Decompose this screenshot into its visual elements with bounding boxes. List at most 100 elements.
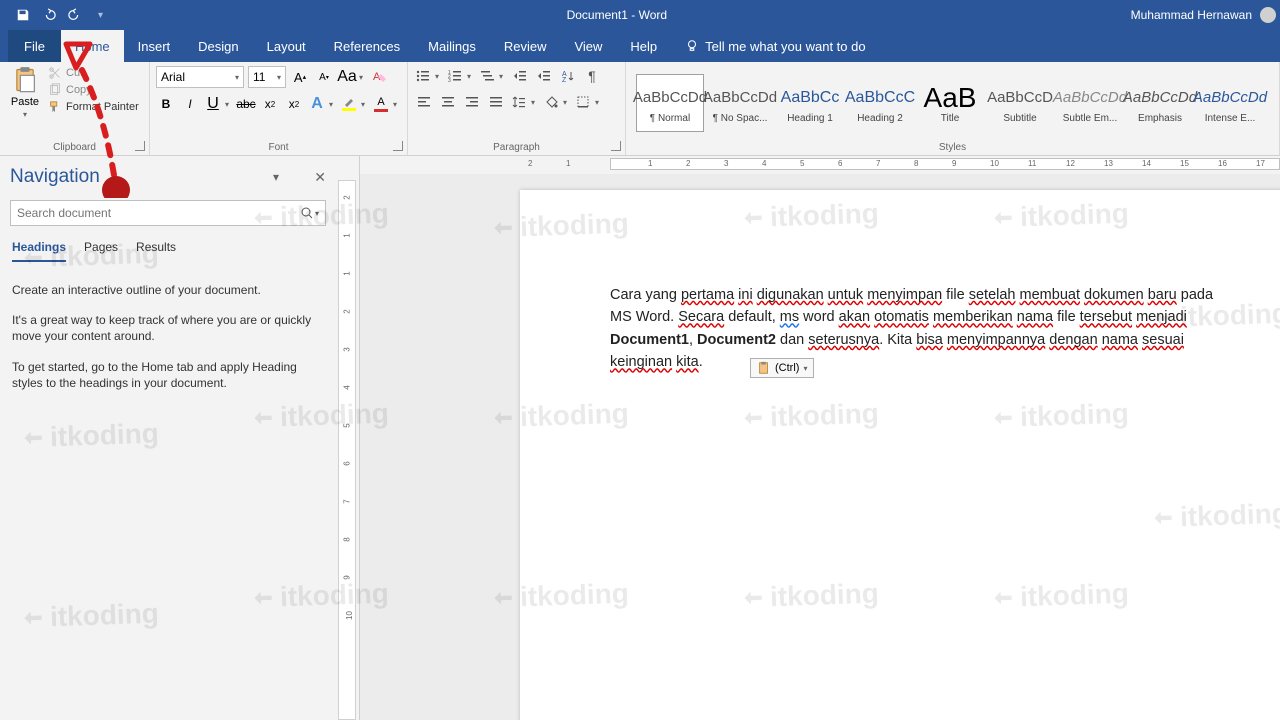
- save-icon[interactable]: [16, 8, 30, 22]
- tab-view[interactable]: View: [560, 30, 616, 62]
- search-icon: [301, 207, 313, 219]
- search-input[interactable]: [17, 206, 301, 220]
- document-body-text[interactable]: Cara yang pertama ini digunakan untuk me…: [520, 190, 1280, 374]
- bold-button[interactable]: B: [156, 94, 176, 114]
- tab-home[interactable]: Home: [61, 30, 124, 62]
- bullets-button[interactable]: ▾: [414, 66, 442, 86]
- subscript-button[interactable]: x2: [260, 94, 280, 114]
- line-spacing-button[interactable]: ▾: [510, 92, 538, 112]
- strikethrough-button[interactable]: abc: [236, 94, 256, 114]
- align-left-icon: [417, 95, 431, 109]
- search-document-box[interactable]: ▾: [10, 200, 326, 226]
- show-marks-button[interactable]: ¶: [582, 66, 602, 86]
- font-size-combo[interactable]: 11▾: [248, 66, 286, 88]
- shading-button[interactable]: ▾: [542, 92, 570, 112]
- paragraph-label: Paragraph: [414, 140, 619, 155]
- nav-tab-headings[interactable]: Headings: [12, 240, 66, 262]
- title-bar: ▾ Document1 - Word Muhammad Hernawan: [0, 0, 1280, 30]
- justify-button[interactable]: [486, 92, 506, 112]
- chevron-down-icon: ▾: [273, 73, 281, 82]
- cut-button: Cut: [48, 66, 139, 80]
- chevron-down-icon: ▾: [231, 73, 239, 82]
- tab-review[interactable]: Review: [490, 30, 561, 62]
- font-label: Font: [156, 140, 401, 155]
- clear-formatting-button[interactable]: A: [370, 67, 390, 87]
- style-emphasis[interactable]: AaBbCcDdEmphasis: [1126, 74, 1194, 132]
- ribbon: Paste ▾ Cut Copy Format Painter Clipboar…: [0, 62, 1280, 156]
- text-effects-button[interactable]: A▾: [308, 94, 336, 114]
- page[interactable]: Cara yang pertama ini digunakan untuk me…: [520, 190, 1280, 720]
- group-styles: AaBbCcDd¶ NormalAaBbCcDd¶ No Spac...AaBb…: [626, 62, 1280, 155]
- superscript-button[interactable]: x2: [284, 94, 304, 114]
- highlighter-icon: [343, 97, 355, 107]
- tab-references[interactable]: References: [320, 30, 414, 62]
- paste-options-tag[interactable]: (Ctrl) ▾: [750, 358, 814, 378]
- font-launcher[interactable]: [393, 141, 403, 151]
- shrink-font-button[interactable]: A▾: [314, 67, 334, 87]
- chevron-down-icon: ▾: [23, 110, 27, 119]
- font-color-button[interactable]: A▾: [372, 94, 400, 114]
- multilevel-list-button[interactable]: ▾: [478, 66, 506, 86]
- svg-text:Z: Z: [562, 77, 567, 83]
- sort-button[interactable]: AZ: [558, 66, 578, 86]
- style-title[interactable]: AaBTitle: [916, 74, 984, 132]
- nav-tab-results[interactable]: Results: [136, 240, 176, 262]
- numbering-button[interactable]: 123▾: [446, 66, 474, 86]
- eraser-icon: A: [372, 69, 388, 85]
- nav-tab-pages[interactable]: Pages: [84, 240, 118, 262]
- group-clipboard: Paste ▾ Cut Copy Format Painter Clipboar…: [0, 62, 150, 155]
- document-area[interactable]: Cara yang pertama ini digunakan untuk me…: [360, 174, 1280, 720]
- highlight-button[interactable]: ▾: [340, 94, 368, 114]
- avatar[interactable]: [1260, 7, 1276, 23]
- paste-button[interactable]: Paste ▾: [6, 66, 44, 140]
- horizontal-ruler[interactable]: 21123456789101112131415161718: [360, 156, 1280, 174]
- group-paragraph: ▾ 123▾ ▾ AZ ¶ ▾ ▾ ▾ P: [408, 62, 626, 155]
- tab-file[interactable]: File: [8, 30, 61, 62]
- style-heading-1[interactable]: AaBbCcHeading 1: [776, 74, 844, 132]
- redo-icon[interactable]: [68, 8, 82, 22]
- nav-empty-message: Create an interactive outline of your do…: [10, 262, 326, 391]
- style-intense-e-[interactable]: AaBbCcDdIntense E...: [1196, 74, 1264, 132]
- chevron-down-icon: ▾: [315, 209, 319, 218]
- increase-indent-button[interactable]: [534, 66, 554, 86]
- tab-layout[interactable]: Layout: [253, 30, 320, 62]
- underline-button[interactable]: U▾: [204, 94, 232, 114]
- tell-me-label: Tell me what you want to do: [705, 39, 865, 54]
- align-center-button[interactable]: [438, 92, 458, 112]
- align-left-button[interactable]: [414, 92, 434, 112]
- navigation-title: Navigation: [10, 166, 266, 188]
- group-font: Arial▾ 11▾ A▴ A▾ Aa▾ A B I U▾ abc x2 x2 …: [150, 62, 408, 155]
- align-center-icon: [441, 95, 455, 109]
- nav-dropdown-icon[interactable]: ▾: [266, 170, 286, 184]
- paragraph-launcher[interactable]: [611, 141, 621, 151]
- style-subtitle[interactable]: AaBbCcDSubtitle: [986, 74, 1054, 132]
- tab-insert[interactable]: Insert: [124, 30, 185, 62]
- tab-mailings[interactable]: Mailings: [414, 30, 490, 62]
- paintbrush-icon: [48, 100, 62, 114]
- decrease-indent-button[interactable]: [510, 66, 530, 86]
- nav-close-icon[interactable]: ✕: [286, 169, 326, 186]
- search-button[interactable]: ▾: [301, 207, 319, 219]
- style-heading-2[interactable]: AaBbCcCHeading 2: [846, 74, 914, 132]
- svg-text:3: 3: [448, 78, 451, 83]
- style--normal[interactable]: AaBbCcDd¶ Normal: [636, 74, 704, 132]
- undo-icon[interactable]: [42, 8, 56, 22]
- font-name-combo[interactable]: Arial▾: [156, 66, 244, 88]
- tell-me-search[interactable]: Tell me what you want to do: [671, 30, 865, 62]
- vertical-ruler[interactable]: 2112345678910: [336, 156, 360, 720]
- indent-icon: [537, 69, 551, 83]
- tab-help[interactable]: Help: [616, 30, 671, 62]
- align-right-button[interactable]: [462, 92, 482, 112]
- clipboard-launcher[interactable]: [135, 141, 145, 151]
- style-subtle-em-[interactable]: AaBbCcDdSubtle Em...: [1056, 74, 1124, 132]
- borders-button[interactable]: ▾: [574, 92, 602, 112]
- italic-button[interactable]: I: [180, 94, 200, 114]
- user-name[interactable]: Muhammad Hernawan: [1131, 8, 1260, 22]
- change-case-button[interactable]: Aa▾: [338, 67, 366, 87]
- grow-font-button[interactable]: A▴: [290, 67, 310, 87]
- style--no-spac-[interactable]: AaBbCcDd¶ No Spac...: [706, 74, 774, 132]
- scissors-icon: [48, 66, 62, 80]
- format-painter-button[interactable]: Format Painter: [48, 100, 139, 114]
- copy-icon: [48, 83, 62, 97]
- tab-design[interactable]: Design: [184, 30, 252, 62]
